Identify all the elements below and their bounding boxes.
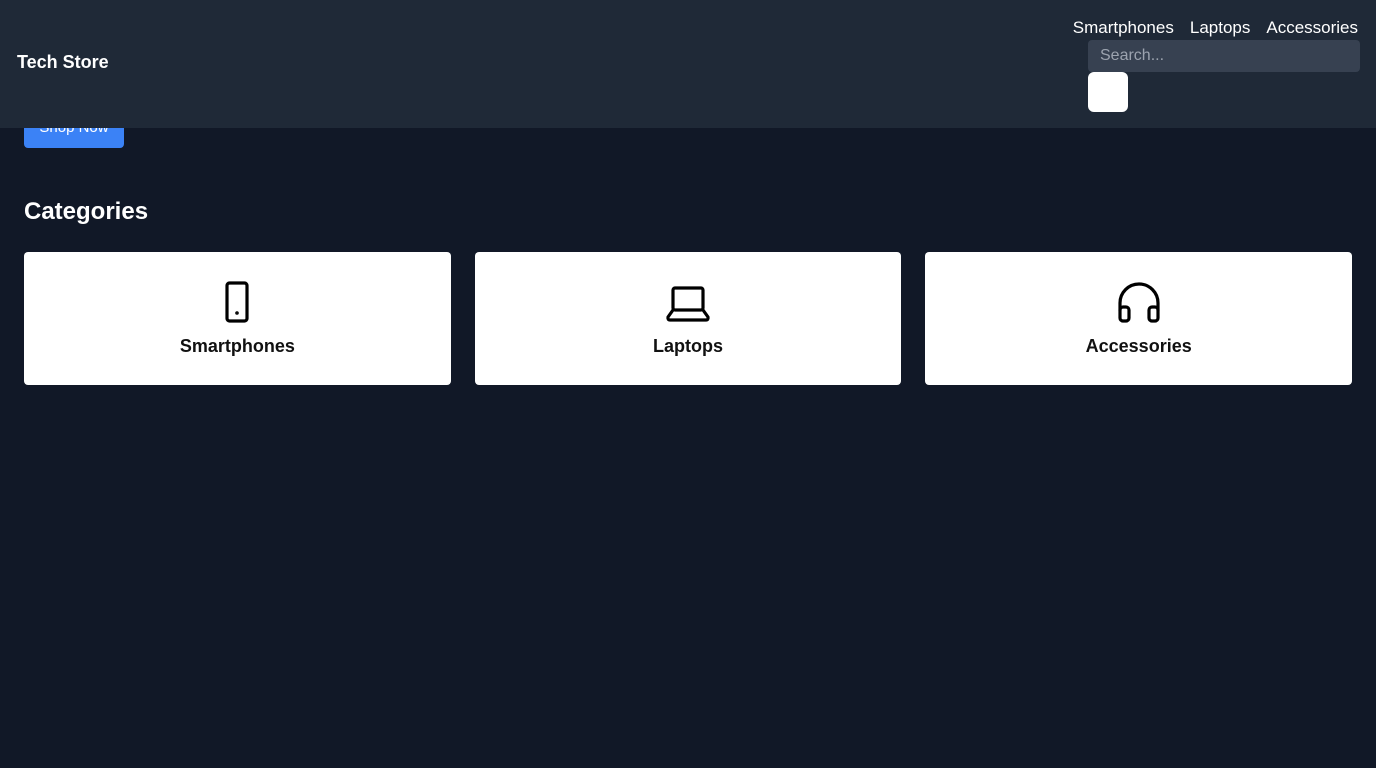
laptop-icon (666, 286, 710, 322)
category-cards: Smartphones Laptops Accessories (24, 252, 1353, 385)
nav-link-laptops[interactable]: Laptops (1190, 18, 1251, 38)
main-nav: Smartphones Laptops Accessories (1073, 18, 1358, 38)
nav-link-smartphones[interactable]: Smartphones (1073, 18, 1174, 38)
categories-heading: Categories (24, 198, 149, 225)
page: Shop Now Tech Store Smartphones Laptops … (0, 0, 1376, 768)
category-label: Smartphones (179, 336, 295, 356)
brand-logo[interactable]: Tech Store (17, 52, 109, 73)
nav-link-accessories[interactable]: Accessories (1266, 18, 1358, 38)
category-card-accessories[interactable]: Accessories (925, 252, 1353, 385)
search-input[interactable] (1088, 40, 1360, 72)
category-label: Laptops (653, 336, 723, 356)
category-card-laptops[interactable]: Laptops (474, 252, 902, 385)
category-label: Accessories (1085, 336, 1192, 356)
search-button[interactable] (1088, 72, 1128, 112)
smartphone-icon (225, 281, 249, 323)
headphones-icon (1118, 282, 1160, 323)
site-header: Tech Store Smartphones Laptops Accessori… (0, 0, 1376, 128)
category-card-smartphones[interactable]: Smartphones (24, 252, 451, 385)
